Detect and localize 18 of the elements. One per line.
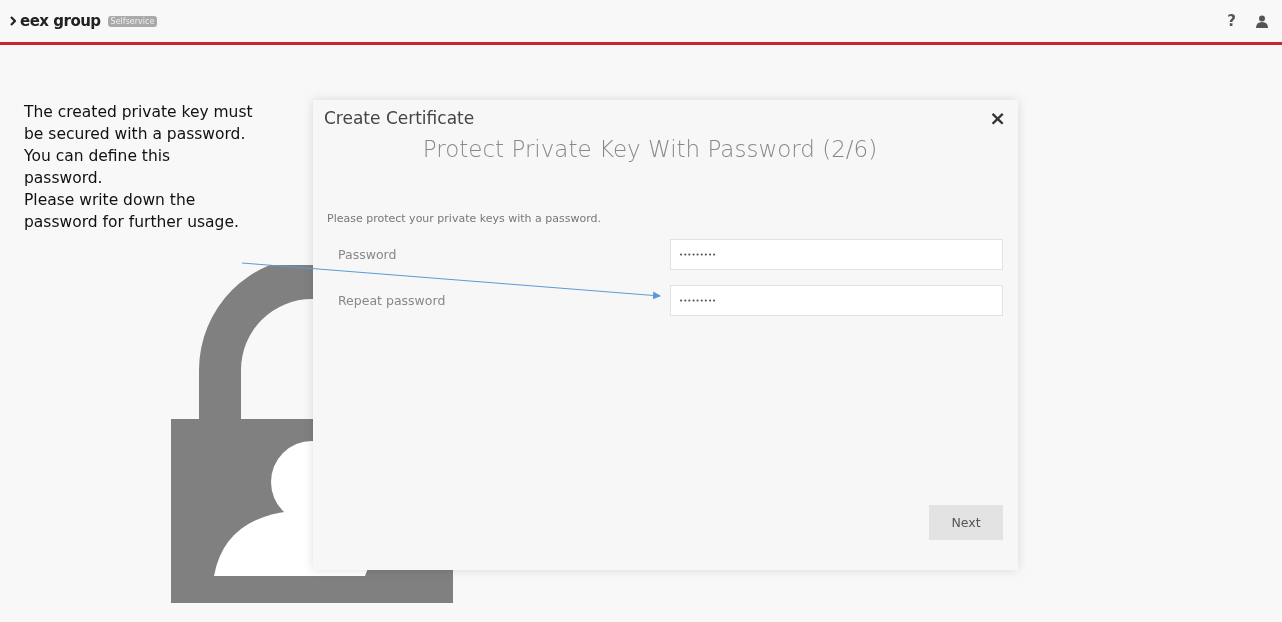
callout-text: You can define this [24, 146, 172, 167]
callout-text: be secured with a password. [24, 124, 247, 145]
field-label: Repeat password [337, 293, 447, 308]
logo-text: eex group [20, 12, 101, 30]
dialog-title: Create Certificate [324, 108, 475, 128]
close-button[interactable]: × [989, 108, 1006, 128]
callout-text: password for further usage. [24, 212, 240, 233]
callout-text: The created private key must [24, 102, 253, 123]
selfservice-badge: Selfservice [107, 15, 158, 27]
step-heading: Protect Private Key With Password (2/6) [421, 136, 879, 162]
instruction-text: Please protect your private keys with a password. [327, 212, 603, 225]
chevron-icon [10, 16, 16, 26]
user-icon[interactable] [1256, 14, 1268, 28]
next-button[interactable]: Next [929, 505, 1003, 540]
callout-text: Please write down the [24, 190, 197, 211]
field-label: Password [337, 247, 398, 262]
callout-text: password. [24, 168, 104, 189]
help-button[interactable]: ? [1227, 12, 1236, 30]
